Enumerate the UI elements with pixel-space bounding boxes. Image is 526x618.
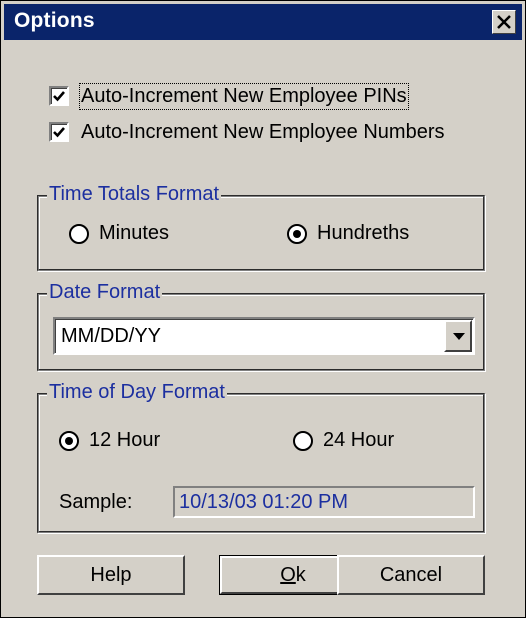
auto-increment-numbers-label[interactable]: Auto-Increment New Employee Numbers xyxy=(81,121,444,144)
radio-hundreths[interactable]: Hundreths xyxy=(287,222,409,245)
sample-label: Sample: xyxy=(59,491,133,513)
sample-value: 10/13/03 01:20 PM xyxy=(179,491,349,513)
date-format-select[interactable]: MM/DD/YY xyxy=(53,317,475,355)
time-of-day-group: Time of Day Format 12 Hour 24 Hour Sampl… xyxy=(37,381,485,533)
radio-hundreths-button[interactable] xyxy=(287,223,307,244)
auto-increment-pins-row[interactable]: Auto-Increment New Employee PINs xyxy=(49,82,409,110)
cancel-button-label: Cancel xyxy=(379,563,443,586)
title-bar[interactable]: Options xyxy=(4,4,522,40)
radio-12-hour-button[interactable] xyxy=(59,430,79,451)
radio-24-hour-label[interactable]: 24 Hour xyxy=(323,429,394,452)
close-button[interactable] xyxy=(492,10,516,34)
radio-24-hour[interactable]: 24 Hour xyxy=(293,429,394,452)
radio-12-hour-label[interactable]: 12 Hour xyxy=(89,429,160,452)
window-title: Options xyxy=(14,9,95,32)
ok-button-label: Ok xyxy=(280,563,306,586)
date-format-legend: Date Format xyxy=(47,281,163,304)
time-totals-group: Time Totals Format Minutes Hundreths xyxy=(37,183,485,271)
options-dialog: Options Auto-Increment New Employee PINs… xyxy=(0,0,526,618)
auto-increment-numbers-row[interactable]: Auto-Increment New Employee Numbers xyxy=(49,119,444,145)
auto-increment-pins-checkbox[interactable] xyxy=(49,86,69,106)
date-format-value: MM/DD/YY xyxy=(61,325,161,347)
date-format-group: Date Format MM/DD/YY xyxy=(37,281,485,371)
radio-24-hour-button[interactable] xyxy=(293,430,313,451)
radio-12-hour[interactable]: 12 Hour xyxy=(59,429,160,452)
checkmark-icon xyxy=(53,91,65,102)
time-of-day-legend: Time of Day Format xyxy=(47,381,227,404)
cancel-button[interactable]: Cancel xyxy=(337,555,485,595)
sample-field: 10/13/03 01:20 PM xyxy=(173,486,475,518)
auto-increment-numbers-checkbox[interactable] xyxy=(49,122,69,142)
help-button-label: Help xyxy=(90,563,132,586)
close-icon xyxy=(497,15,511,29)
help-button[interactable]: Help xyxy=(37,555,185,595)
date-format-dropdown-button[interactable] xyxy=(444,320,472,352)
radio-minutes[interactable]: Minutes xyxy=(69,222,169,245)
radio-minutes-button[interactable] xyxy=(69,223,89,244)
auto-increment-pins-label[interactable]: Auto-Increment New Employee PINs xyxy=(79,82,409,110)
radio-minutes-label[interactable]: Minutes xyxy=(99,222,169,245)
time-totals-legend: Time Totals Format xyxy=(47,183,222,206)
checkmark-icon xyxy=(53,127,65,138)
chevron-down-icon xyxy=(453,333,465,340)
radio-hundreths-label[interactable]: Hundreths xyxy=(317,222,409,245)
